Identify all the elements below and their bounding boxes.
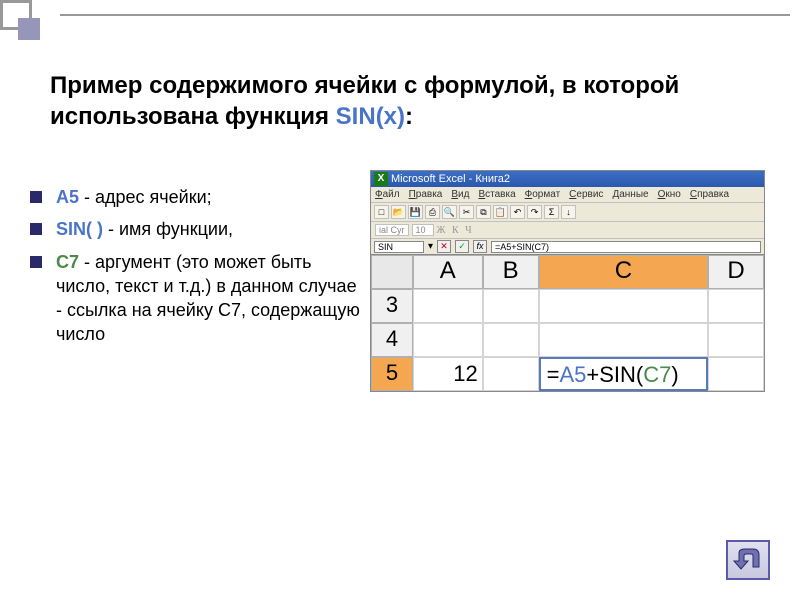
list-item: С7 - аргумент (это может быть число, тек… xyxy=(30,250,360,347)
redo-icon: ↷ xyxy=(527,205,542,219)
cell: =A5+SIN(C7) xyxy=(539,357,709,391)
row-header: 4 xyxy=(371,323,413,357)
cell: 12 xyxy=(413,357,483,391)
table-row: 512 =A5+SIN(C7) xyxy=(371,357,764,391)
back-button[interactable] xyxy=(726,540,770,580)
menu-item: Справка xyxy=(690,189,729,200)
bold-italic-underline: Ж К Ч xyxy=(437,225,474,236)
cell xyxy=(483,289,539,323)
sum-icon: Σ xyxy=(544,205,559,219)
preview-icon: 🔍 xyxy=(442,205,457,219)
list-item: SIN( ) - имя функции, xyxy=(30,217,360,241)
accept-icon: ✓ xyxy=(455,240,469,253)
excel-format-toolbar: ial Cyr 10 Ж К Ч xyxy=(371,221,764,238)
table-row: 3 xyxy=(371,289,764,323)
menu-item: Данные xyxy=(612,189,648,200)
row-header: 5 xyxy=(371,357,413,391)
bullet-icon xyxy=(30,256,42,268)
column-header: C xyxy=(539,255,709,289)
select-all-corner xyxy=(371,255,413,289)
bullet-icon xyxy=(30,223,42,235)
copy-icon: ⧉ xyxy=(476,205,491,219)
column-header: B xyxy=(483,255,539,289)
excel-titlebar: Microsoft Excel - Книга2 xyxy=(371,171,764,187)
formula-bar: SIN ▾ ✕ ✓ fx =A5+SIN(C7) xyxy=(371,238,764,254)
name-box: SIN xyxy=(374,241,424,253)
list-item: А5 - адрес ячейки; xyxy=(30,185,360,209)
cancel-icon: ✕ xyxy=(437,240,451,253)
excel-toolbar: □ 📂 💾 ⎙ 🔍 ✂ ⧉ 📋 ↶ ↷ Σ ↓ xyxy=(371,202,764,221)
save-icon: 💾 xyxy=(408,205,423,219)
excel-screenshot: Microsoft Excel - Книга2 Файл Правка Вид Вс… xyxy=(370,170,765,392)
u-turn-icon xyxy=(733,547,763,573)
menu-item: Окно xyxy=(658,189,681,200)
fx-icon: fx xyxy=(473,240,487,253)
cell xyxy=(413,323,483,357)
excel-menubar: Файл Правка Вид Вставка Формат Сервис Данные Ок… xyxy=(371,187,764,202)
cut-icon: ✂ xyxy=(459,205,474,219)
menu-item: Сервис xyxy=(569,189,603,200)
slide-title: Пример содержимого ячейки с формулой, в … xyxy=(50,70,770,132)
column-header: D xyxy=(708,255,764,289)
cell xyxy=(483,357,539,391)
fontsize-selector: 10 xyxy=(412,224,434,236)
menu-item: Правка xyxy=(409,189,443,200)
cell xyxy=(539,323,709,357)
sort-icon: ↓ xyxy=(561,205,576,219)
open-icon: 📂 xyxy=(391,205,406,219)
bullet-list: А5 - адрес ячейки; SIN( ) - имя функции, С… xyxy=(30,185,360,355)
menu-item: Вставка xyxy=(478,189,515,200)
cell xyxy=(483,323,539,357)
cell xyxy=(413,289,483,323)
formula-input: =A5+SIN(C7) xyxy=(491,241,761,253)
print-icon: ⎙ xyxy=(425,205,440,219)
dropdown-icon: ▾ xyxy=(428,241,433,252)
slide-accent xyxy=(0,0,60,35)
bullet-icon xyxy=(30,191,42,203)
slide-divider xyxy=(60,14,790,16)
cell xyxy=(539,289,709,323)
table-row: 4 xyxy=(371,323,764,357)
undo-icon: ↶ xyxy=(510,205,525,219)
cell xyxy=(708,289,764,323)
spreadsheet-grid: ABCD 34512 =A5+SIN(C7) xyxy=(371,254,764,391)
menu-item: Вид xyxy=(451,189,469,200)
font-selector: ial Cyr xyxy=(375,224,409,236)
column-header: A xyxy=(413,255,483,289)
paste-icon: 📋 xyxy=(493,205,508,219)
row-header: 3 xyxy=(371,289,413,323)
cell xyxy=(708,323,764,357)
new-icon: □ xyxy=(374,205,389,219)
menu-item: Файл xyxy=(375,189,400,200)
menu-item: Формат xyxy=(525,189,561,200)
cell xyxy=(708,357,764,391)
